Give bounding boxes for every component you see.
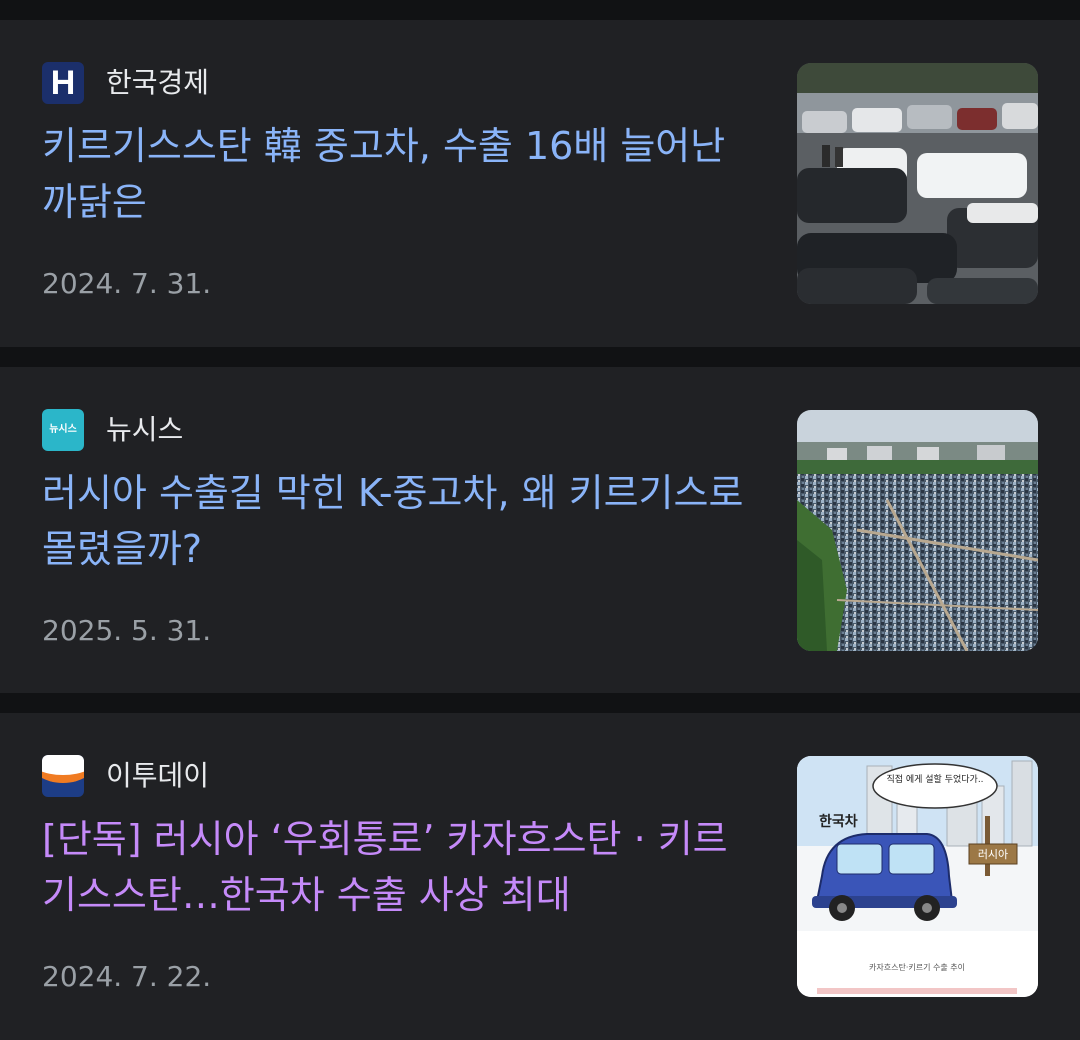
news-card[interactable]: 뉴시스 뉴시스 러시아 수출길 막힌 K-중고차, 왜 키르기스로 몰렸을까? … — [0, 367, 1080, 693]
news-headline[interactable]: 키르기스스탄 韓 중고차, 수출 16배 늘어난 까닭은 — [42, 118, 762, 230]
sign-label: 러시아 — [978, 848, 1008, 861]
etoday-logo-icon — [42, 755, 84, 797]
hankyung-logo-icon: H — [42, 62, 84, 104]
publish-date: 2025. 5. 31. — [42, 614, 212, 647]
source-name: 뉴시스 — [106, 413, 184, 446]
source-name: 한국경제 — [106, 66, 210, 99]
logo-swoosh — [42, 755, 84, 783]
news-thumbnail[interactable]: 직접 에게 설할 두었다가.. 한국차 러시아 카자흐스탄·키르기 수출 추이 — [797, 756, 1038, 997]
parked-cars-photo — [797, 63, 1038, 304]
news-thumbnail[interactable] — [797, 63, 1038, 304]
news-thumbnail[interactable] — [797, 410, 1038, 651]
source-name: 이투데이 — [106, 759, 210, 792]
news-source[interactable]: 이투데이 — [42, 755, 209, 797]
publish-date: 2024. 7. 31. — [42, 267, 212, 300]
news-headline[interactable]: [단독] 러시아 ‘우회통로’ 카자흐스탄 · 키르기스스탄…한국차 수출 사상… — [42, 811, 762, 923]
chart-caption: 카자흐스탄·키르기 수출 추이 — [869, 962, 965, 972]
car-label: 한국차 — [819, 814, 858, 830]
news-feed: H 한국경제 키르기스스탄 韓 중고차, 수출 16배 늘어난 까닭은 2024… — [0, 0, 1080, 1040]
news-card[interactable]: H 한국경제 키르기스스탄 韓 중고차, 수출 16배 늘어난 까닭은 2024… — [0, 20, 1080, 347]
korean-car-cartoon-illustration: 직접 에게 설할 두었다가.. 한국차 러시아 카자흐스탄·키르기 수출 추이 — [797, 756, 1038, 997]
used-car-lot-aerial-photo — [797, 410, 1038, 651]
news-card[interactable]: 이투데이 [단독] 러시아 ‘우회통로’ 카자흐스탄 · 키르기스스탄…한국차 … — [0, 713, 1080, 1040]
news-headline[interactable]: 러시아 수출길 막힌 K-중고차, 왜 키르기스로 몰렸을까? — [42, 465, 762, 577]
news-source[interactable]: H 한국경제 — [42, 62, 209, 104]
news-source[interactable]: 뉴시스 뉴시스 — [42, 409, 183, 451]
newsis-logo-icon: 뉴시스 — [42, 409, 84, 451]
speech-bubble-text: 직접 에게 설할 두었다가.. — [886, 773, 983, 785]
publish-date: 2024. 7. 22. — [42, 960, 212, 993]
